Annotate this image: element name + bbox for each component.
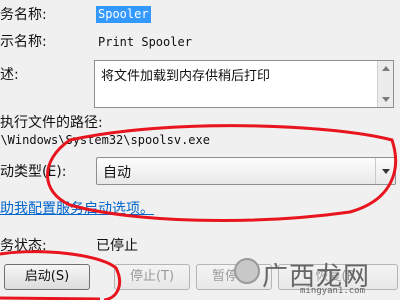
- scroll-up-arrow-icon[interactable]: [382, 66, 390, 71]
- help-configure-link[interactable]: 帮助我配置服务启动选项。: [0, 198, 154, 218]
- exe-path-value: C:\Windows\System32\spoolsv.exe: [0, 133, 210, 147]
- description-box[interactable]: 将文件加载到内存供稍后打印: [94, 60, 394, 108]
- display-name-label: 显示名称:: [0, 34, 47, 50]
- start-button[interactable]: 启动(S): [4, 264, 90, 290]
- service-name-label: 服务名称:: [0, 7, 47, 23]
- chevron-down-icon[interactable]: [375, 158, 395, 184]
- service-status-label: 服务状态:: [0, 238, 47, 254]
- description-label: 描述:: [0, 67, 19, 83]
- exe-path-label: 可执行文件的路径:: [0, 115, 103, 131]
- scroll-down-arrow-icon[interactable]: [382, 97, 390, 102]
- startup-type-value: 自动: [103, 165, 131, 181]
- description-scrollbar[interactable]: [377, 61, 393, 107]
- red-annotation-circles: [0, 124, 397, 300]
- service-status-value: 已停止: [96, 238, 138, 254]
- service-name-value[interactable]: Spooler: [96, 6, 151, 23]
- startup-type-label: 启动类型(E):: [0, 164, 67, 180]
- watermark-url: mingyan1.com: [300, 286, 366, 296]
- stop-button[interactable]: 停止(T): [114, 264, 190, 290]
- startup-type-select[interactable]: 自动: [96, 157, 396, 185]
- description-text: 将文件加载到内存供稍后打印: [101, 69, 271, 84]
- display-name-value: Print Spooler: [98, 35, 192, 49]
- watermark-logo-icon: [234, 258, 260, 284]
